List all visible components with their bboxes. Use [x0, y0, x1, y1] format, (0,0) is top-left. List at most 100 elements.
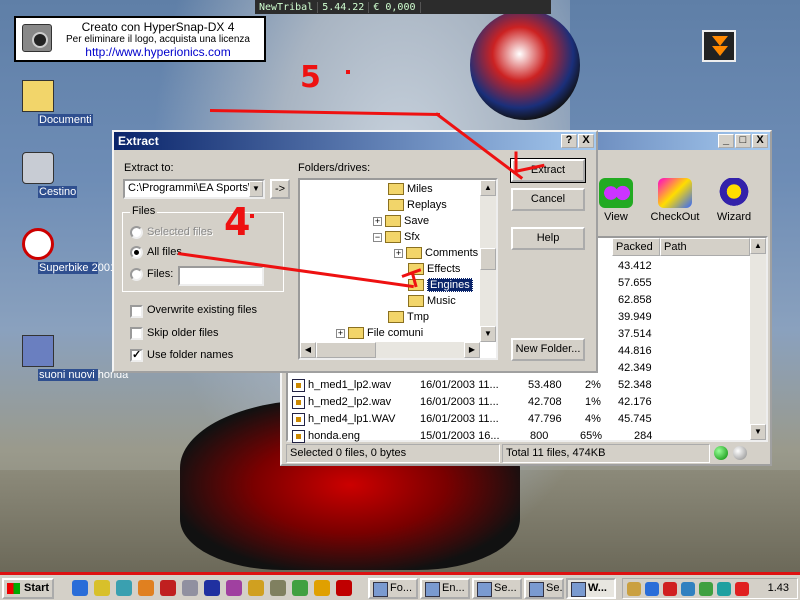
- toolbar-wizard-button[interactable]: Wizard: [706, 178, 762, 223]
- scroll-down-arrow[interactable]: ▼: [480, 326, 496, 342]
- tree-item-comments[interactable]: + Comments: [394, 245, 478, 261]
- speaker-tray-icon[interactable]: [627, 582, 641, 596]
- tree-item-engines[interactable]: Engines: [408, 277, 473, 293]
- radio-selected-files[interactable]: [130, 226, 143, 239]
- save-quicklaunch-icon[interactable]: [204, 580, 220, 596]
- desktop-icon-superbike[interactable]: Superbike 2001: [6, 228, 116, 274]
- scroll-left-arrow[interactable]: ◀: [300, 342, 316, 358]
- task-button-1[interactable]: Fo...: [368, 578, 418, 599]
- scroll-up-arrow[interactable]: ▲: [750, 238, 766, 254]
- radio-all-files-label: All files: [147, 246, 182, 258]
- background-helmet: [470, 10, 580, 120]
- network-tray-icon[interactable]: [645, 582, 659, 596]
- desktop-icon-suoni-honda[interactable]: suoni nuovi honda: [6, 335, 128, 381]
- start-button[interactable]: Start: [2, 578, 54, 599]
- radio-files-label: Files:: [147, 268, 174, 280]
- shield-tray-icon[interactable]: [681, 582, 695, 596]
- scroll-thumb[interactable]: [316, 342, 376, 358]
- table-row[interactable]: h_med4_lp1.WAV 16/01/2003 11... 47.796 4…: [290, 411, 750, 428]
- status-grey-led: [733, 446, 747, 460]
- tool-quicklaunch-icon[interactable]: [248, 580, 264, 596]
- task-button-5[interactable]: W...: [566, 578, 616, 599]
- file-ratio: 1%: [585, 396, 601, 408]
- scroll-up-arrow[interactable]: ▲: [480, 180, 496, 196]
- folder-tree-vscroll[interactable]: ▲ ▼: [480, 180, 496, 342]
- recycle-quicklaunch-icon[interactable]: [182, 580, 198, 596]
- banner-link[interactable]: http://www.hyperionics.com: [52, 45, 264, 59]
- desktop-icon-cestino[interactable]: Cestino: [6, 152, 78, 198]
- column-header-packed[interactable]: Packed: [612, 238, 660, 256]
- check-overwrite[interactable]: [130, 305, 143, 318]
- file-date: 16/01/2003 11...: [420, 396, 499, 408]
- scroll-right-arrow[interactable]: ▶: [464, 342, 480, 358]
- tree-item-file-comuni[interactable]: + File comuni: [336, 325, 423, 341]
- file-packed: 42.176: [618, 396, 652, 408]
- task-button-2[interactable]: En...: [420, 578, 470, 599]
- scroll-thumb[interactable]: [480, 248, 496, 270]
- clock[interactable]: 1.43: [768, 582, 789, 594]
- table-row[interactable]: h_med1_lp2.wav 16/01/2003 11... 53.480 2…: [290, 377, 750, 394]
- tree-item-replays[interactable]: Replays: [388, 197, 447, 213]
- tree-item-miles[interactable]: Miles: [388, 181, 433, 197]
- folder-tree-hscroll[interactable]: ◀ ▶: [300, 342, 480, 358]
- new-folder-button[interactable]: New Folder...: [511, 338, 585, 361]
- antivirus-tray-icon[interactable]: [699, 582, 713, 596]
- hypersnap-tray-icon[interactable]: [735, 582, 749, 596]
- maximize-button[interactable]: □: [735, 134, 751, 148]
- browse-arrow-button[interactable]: ->: [270, 179, 290, 199]
- file-list-scrollbar[interactable]: ▲ ▼: [750, 238, 766, 440]
- calc-quicklaunch-icon[interactable]: [226, 580, 242, 596]
- archive-file-icon: [22, 335, 54, 367]
- close-button[interactable]: X: [752, 134, 768, 148]
- expand-plus-icon[interactable]: +: [373, 216, 382, 226]
- task-button-3[interactable]: Se...: [472, 578, 522, 599]
- chevron-down-icon[interactable]: ▼: [249, 181, 263, 197]
- topbar-app: NewTribal: [255, 1, 319, 13]
- check-skip-older[interactable]: [130, 327, 143, 340]
- packed-value: 39.949: [618, 311, 652, 323]
- radio-files[interactable]: [130, 268, 143, 281]
- help-button[interactable]: Help: [511, 227, 585, 250]
- outlook-quicklaunch-icon[interactable]: [94, 580, 110, 596]
- game-quicklaunch-icon[interactable]: [336, 580, 352, 596]
- table-row[interactable]: h_med2_lp2.wav 16/01/2003 11... 42.708 1…: [290, 394, 750, 411]
- monitor-quicklaunch-icon[interactable]: [292, 580, 308, 596]
- radio-all-files[interactable]: [130, 246, 143, 259]
- table-row[interactable]: honda.eng 15/01/2003 16... 800 65% 284: [290, 428, 750, 445]
- expand-plus-icon[interactable]: +: [394, 248, 403, 258]
- cancel-button[interactable]: Cancel: [511, 188, 585, 211]
- app-n-tray-icon[interactable]: [663, 582, 677, 596]
- toolbar-checkout-button[interactable]: CheckOut: [647, 178, 703, 223]
- scroll-down-arrow[interactable]: ▼: [750, 424, 766, 440]
- desktop-shortcut-icon-topright[interactable]: [702, 30, 736, 62]
- dialog-close-button[interactable]: X: [578, 134, 594, 148]
- desktop-quicklaunch-icon[interactable]: [116, 580, 132, 596]
- banner-line-1: Creato con HyperSnap-DX 4: [81, 20, 235, 34]
- ie-quicklaunch-icon[interactable]: [72, 580, 88, 596]
- task-button-4[interactable]: Se...: [524, 578, 564, 599]
- collapse-minus-icon[interactable]: −: [373, 232, 382, 242]
- files-input[interactable]: [178, 266, 264, 286]
- toolbar-label: Wizard: [716, 211, 752, 223]
- check-use-folder-names-label: Use folder names: [147, 349, 234, 361]
- help-question-button[interactable]: ?: [561, 134, 577, 148]
- column-header-path[interactable]: Path: [660, 238, 750, 256]
- tree-item-sfx[interactable]: − Sfx: [373, 229, 420, 245]
- tree-item-save[interactable]: + Save: [373, 213, 429, 229]
- extract-to-combobox[interactable]: C:\Programmi\EA Sports\ ▼: [123, 179, 265, 199]
- settings-quicklaunch-icon[interactable]: [270, 580, 286, 596]
- player-quicklaunch-icon[interactable]: [160, 580, 176, 596]
- expand-plus-icon[interactable]: +: [336, 328, 345, 338]
- tree-item-tmp[interactable]: Tmp: [388, 309, 429, 325]
- extract-to-value: C:\Programmi\EA Sports\: [128, 182, 251, 194]
- desktop-icon-label: suoni nuovi honda: [38, 369, 129, 381]
- tree-item-music[interactable]: Music: [408, 293, 456, 309]
- file-packed: 45.745: [618, 413, 652, 425]
- winamp-quicklaunch-icon[interactable]: [314, 580, 330, 596]
- update-tray-icon[interactable]: [717, 582, 731, 596]
- minimize-button[interactable]: _: [718, 134, 734, 148]
- file-ratio: 2%: [585, 379, 601, 391]
- check-use-folder-names[interactable]: [130, 348, 143, 362]
- desktop-icon-documenti[interactable]: Documenti: [6, 80, 93, 126]
- app-quicklaunch-icon[interactable]: [138, 580, 154, 596]
